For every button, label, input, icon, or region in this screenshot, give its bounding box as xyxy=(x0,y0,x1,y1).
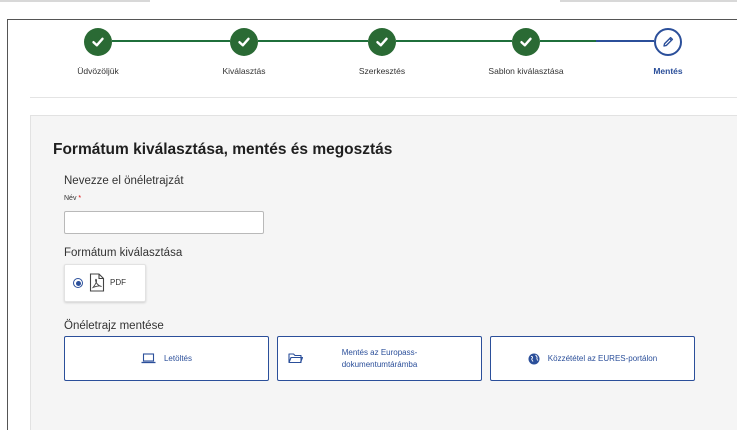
save-to-europass-button[interactable]: Mentés az Europass- dokumentumtárámba xyxy=(277,336,482,381)
page-title: Formátum kiválasztása, mentés és megoszt… xyxy=(53,141,393,158)
top-strip xyxy=(0,0,737,19)
required-marker: * xyxy=(78,195,82,202)
step-label: Sablon kiválasztása xyxy=(488,66,564,76)
download-button[interactable]: Letöltés xyxy=(64,336,269,381)
step-label: Szerkesztés xyxy=(358,66,406,76)
step-template[interactable] xyxy=(512,28,540,56)
step-welcome[interactable] xyxy=(84,28,112,56)
step-label-current: Mentés xyxy=(653,66,683,76)
radio-selected-dot xyxy=(75,280,81,286)
step-selection[interactable] xyxy=(230,28,258,56)
publish-eures-button[interactable]: Közzététel az EURES-portálon xyxy=(490,336,695,381)
check-icon xyxy=(376,37,388,47)
stepper-connector-current xyxy=(596,40,654,42)
format-section-heading: Formátum kiválasztása xyxy=(64,247,183,259)
globe-icon xyxy=(528,353,540,364)
format-option-pdf[interactable]: PDF xyxy=(64,264,146,302)
cv-name-input[interactable] xyxy=(64,211,264,234)
folder-icon xyxy=(288,353,303,364)
pdf-file-icon xyxy=(89,273,105,292)
save-label-line1: Mentés az Europass- xyxy=(341,347,418,357)
pencil-icon xyxy=(663,36,674,47)
publish-eures-label: Közzététel az EURES-portálon xyxy=(547,353,658,363)
step-editing[interactable] xyxy=(368,28,396,56)
stepper-connector xyxy=(258,40,368,42)
laptop-icon xyxy=(141,353,156,364)
step-label: Üdvözöljük xyxy=(77,66,119,76)
check-icon xyxy=(238,37,250,47)
name-label-text: Név xyxy=(64,195,77,202)
divider xyxy=(30,97,737,98)
save-to-europass-label: Mentés az Europass- dokumentumtárámba xyxy=(342,347,418,371)
format-radio[interactable] xyxy=(73,278,83,288)
name-field-label: Név * xyxy=(64,195,81,202)
name-section-heading: Nevezze el önéletrajzát xyxy=(64,175,184,187)
save-label-line2: dokumentumtárámba xyxy=(341,359,418,369)
save-section-heading: Önéletrajz mentése xyxy=(64,320,164,332)
top-strip-segment xyxy=(560,0,737,2)
stepper-connector xyxy=(540,40,596,42)
stepper-connector xyxy=(112,40,230,42)
download-label: Letöltés xyxy=(163,353,193,363)
format-option-label: PDF xyxy=(110,278,126,287)
stepper-connector xyxy=(396,40,512,42)
check-icon xyxy=(92,37,104,47)
top-strip-segment xyxy=(0,0,150,2)
check-icon xyxy=(520,37,532,47)
step-save[interactable] xyxy=(654,28,682,56)
step-label: Kiválasztás xyxy=(222,66,266,76)
